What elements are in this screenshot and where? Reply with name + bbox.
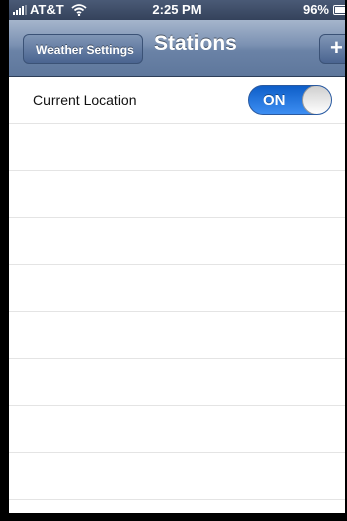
list-item-empty — [9, 359, 345, 406]
list-item-empty — [9, 453, 345, 500]
add-station-button[interactable]: + — [319, 34, 345, 64]
list-item-empty — [9, 406, 345, 453]
battery-icon — [333, 4, 345, 15]
navigation-bar: Weather Settings Stations + — [9, 20, 345, 77]
back-button-label: Weather Settings — [36, 43, 134, 57]
list-item-empty — [9, 312, 345, 359]
status-bar: AT&T 2:25 PM 96% — [9, 0, 345, 20]
screen-frame: AT&T 2:25 PM 96% Weather Settings Statio… — [0, 0, 347, 521]
plus-icon: + — [330, 35, 343, 60]
list-item-empty — [9, 171, 345, 218]
current-location-toggle[interactable]: ON — [248, 85, 332, 115]
status-right: 96% — [302, 2, 345, 17]
list-item-empty — [9, 124, 345, 171]
status-time: 2:25 PM — [152, 2, 202, 17]
toggle-state-label: ON — [263, 92, 286, 109]
page-title: Stations — [154, 32, 237, 55]
row-label: Current Location — [33, 92, 137, 108]
list-item-empty — [9, 265, 345, 312]
list-item-empty — [9, 218, 345, 265]
list-item-current-location: Current Location ON — [9, 77, 345, 124]
back-button[interactable]: Weather Settings — [23, 34, 143, 64]
toggle-knob — [302, 86, 331, 114]
battery-percent: 96% — [302, 2, 329, 17]
stations-list: Current Location ON — [9, 77, 345, 500]
